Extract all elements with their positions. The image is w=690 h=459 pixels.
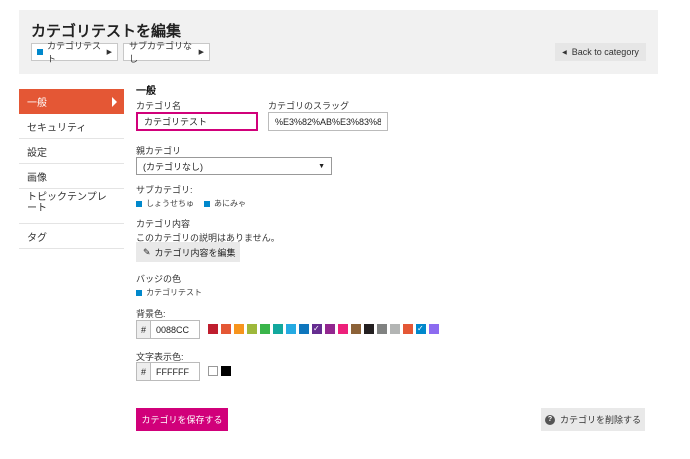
color-swatch[interactable] xyxy=(377,324,387,334)
background-swatches xyxy=(208,323,439,335)
delete-category-button[interactable]: ? カテゴリを削除する xyxy=(541,408,645,431)
hash-prefix: # xyxy=(137,321,151,338)
settings-sidebar: 一般 セキュリティ 設定 画像 トピックテンプレート タグ xyxy=(19,89,124,249)
parent-category-select[interactable]: (カテゴリなし) ▼ xyxy=(136,157,332,175)
parent-category-label: 親カテゴリ xyxy=(136,146,182,156)
color-swatch[interactable] xyxy=(208,366,218,376)
category-color-square xyxy=(136,200,142,207)
color-swatch[interactable] xyxy=(429,324,439,334)
back-to-category-label: Back to category xyxy=(571,47,639,57)
name-label: カテゴリ名 xyxy=(136,101,182,111)
color-swatch[interactable] xyxy=(221,366,231,376)
color-swatch[interactable] xyxy=(286,324,296,334)
sidebar-item-tags[interactable]: タグ xyxy=(19,224,124,249)
arrow-right-icon xyxy=(112,97,117,107)
caret-down-icon: ▼ xyxy=(318,162,325,170)
sidebar-item-label: トピックテンプレート xyxy=(27,192,107,214)
sidebar-item-label: 設定 xyxy=(27,147,47,159)
sidebar-item-general[interactable]: 一般 xyxy=(19,89,124,114)
pencil-icon: ✎ xyxy=(143,246,151,257)
color-swatch[interactable] xyxy=(299,324,309,334)
badge-preview-label: カテゴリテスト xyxy=(146,288,202,297)
sidebar-item-label: 画像 xyxy=(27,172,47,184)
parent-category-value: (カテゴリなし) xyxy=(143,161,203,172)
caret-right-icon: ▶ xyxy=(198,49,204,56)
category-color-square xyxy=(136,289,142,296)
save-category-button[interactable]: カテゴリを保存する xyxy=(136,408,228,431)
sidebar-item-label: 一般 xyxy=(27,98,47,109)
breadcrumb-subcategory[interactable]: サブカテゴリなし ▶ xyxy=(123,41,210,64)
sidebar-item-label: セキュリティ xyxy=(27,122,87,134)
caret-right-icon: ▶ xyxy=(106,49,112,56)
text-hex-value: FFFFFF xyxy=(156,366,189,377)
sidebar-item-security[interactable]: セキュリティ xyxy=(19,114,124,139)
background-hex-value: 0088CC xyxy=(156,324,190,335)
subcategory-label: しょうせちゅ xyxy=(146,199,194,208)
subcategory-link[interactable]: あにみゃ xyxy=(204,198,246,209)
badge-preview: カテゴリテスト xyxy=(136,287,212,298)
sidebar-item-images[interactable]: 画像 xyxy=(19,164,124,189)
category-color-square xyxy=(204,200,210,207)
breadcrumb-category-label: カテゴリテスト xyxy=(47,41,102,64)
hash-prefix: # xyxy=(137,363,151,380)
delete-category-label: カテゴリを削除する xyxy=(559,415,641,425)
breadcrumb-subcategory-label: サブカテゴリなし xyxy=(129,41,193,64)
edit-description-button[interactable]: ✎ カテゴリ内容を編集 xyxy=(136,242,240,262)
subcategory-label: あにみゃ xyxy=(214,199,246,208)
question-circle-icon: ? xyxy=(544,414,555,425)
breadcrumb-category[interactable]: カテゴリテスト ▶ xyxy=(31,41,118,64)
subcategory-link[interactable]: しょうせちゅ xyxy=(136,198,194,209)
section-title: 一般 xyxy=(136,86,156,97)
background-hex-field[interactable]: # 0088CC xyxy=(136,320,200,339)
page-title: カテゴリテストを編集 xyxy=(31,23,182,40)
color-swatch[interactable] xyxy=(416,323,426,335)
back-to-category-button[interactable]: ◀ Back to category xyxy=(555,43,646,61)
color-swatch[interactable] xyxy=(234,324,244,334)
text-swatches xyxy=(208,366,231,376)
badge-color-label: バッジの色 xyxy=(136,274,182,284)
subcategories-label: サブカテゴリ: xyxy=(136,185,193,195)
sidebar-item-topic-template[interactable]: トピックテンプレート xyxy=(19,189,124,224)
subcategory-list: しょうせちゅ あにみゃ xyxy=(136,198,256,209)
page-header: カテゴリテストを編集 カテゴリテスト ▶ サブカテゴリなし ▶ ◀ Back t… xyxy=(19,10,658,74)
sidebar-item-settings[interactable]: 設定 xyxy=(19,139,124,164)
color-swatch[interactable] xyxy=(364,324,374,334)
background-color-label: 背景色: xyxy=(136,309,166,319)
color-swatch[interactable] xyxy=(273,324,283,334)
slug-label: カテゴリのスラッグ xyxy=(268,101,350,111)
text-hex-field[interactable]: # FFFFFF xyxy=(136,362,200,381)
color-swatch[interactable] xyxy=(338,324,348,334)
color-swatch[interactable] xyxy=(260,324,270,334)
color-swatch[interactable] xyxy=(325,324,335,334)
color-swatch[interactable] xyxy=(403,324,413,334)
color-swatch[interactable] xyxy=(351,324,361,334)
sidebar-item-label: タグ xyxy=(27,232,47,244)
color-swatch[interactable] xyxy=(390,324,400,334)
triangle-left-icon: ◀ xyxy=(562,49,567,56)
edit-description-label: カテゴリ内容を編集 xyxy=(154,247,236,258)
category-name-input[interactable] xyxy=(136,112,258,131)
color-swatch[interactable] xyxy=(312,323,322,335)
category-color-square xyxy=(37,49,43,55)
description-label: カテゴリ内容 xyxy=(136,219,191,229)
color-swatch[interactable] xyxy=(221,324,231,334)
category-slug-input[interactable] xyxy=(268,112,388,131)
color-swatch[interactable] xyxy=(208,324,218,334)
color-swatch[interactable] xyxy=(247,324,257,334)
